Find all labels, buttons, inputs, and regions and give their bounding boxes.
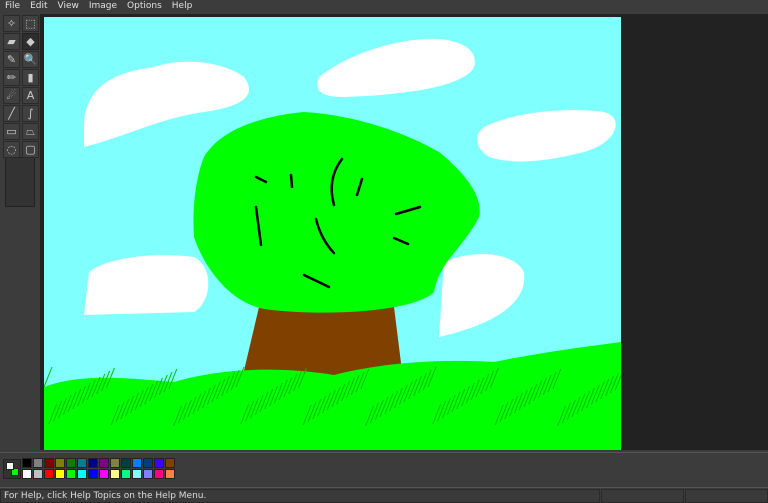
palette-color[interactable] (44, 458, 54, 468)
palette-color[interactable] (121, 458, 131, 468)
fill-bucket-icon: ◆ (26, 35, 35, 48)
palette-color[interactable] (154, 458, 164, 468)
palette-color[interactable] (77, 469, 87, 479)
rectangle-tool[interactable]: ▭ (3, 123, 20, 140)
color-picker-tool[interactable]: ✎ (3, 51, 20, 68)
tool-options-panel[interactable] (5, 157, 35, 207)
status-bar: For Help, click Help Topics on the Help … (0, 487, 768, 503)
palette-color[interactable] (33, 469, 43, 479)
airbrush-icon: ☄ (6, 89, 17, 102)
pencil-tool[interactable]: ✏ (3, 69, 20, 86)
color-box (0, 452, 768, 486)
palette-color[interactable] (22, 458, 32, 468)
status-selection-size (685, 489, 768, 503)
palette-color[interactable] (66, 469, 76, 479)
pencil-icon: ✏ (6, 71, 17, 84)
menu-help[interactable]: Help (167, 0, 198, 14)
palette-color[interactable] (143, 469, 153, 479)
curve-icon: ∫ (27, 107, 34, 120)
canvas-area (40, 14, 768, 450)
palette-color[interactable] (66, 458, 76, 468)
palette-color[interactable] (99, 469, 109, 479)
magnifier-icon: 🔍 (23, 53, 38, 66)
status-cursor-position (601, 489, 684, 503)
palette-color[interactable] (165, 469, 175, 479)
color-picker-icon: ✎ (6, 53, 17, 66)
airbrush-tool[interactable]: ☄ (3, 87, 20, 104)
rounded-rectangle-tool[interactable]: ▢ (22, 141, 39, 158)
palette-color[interactable] (132, 469, 142, 479)
menu-image[interactable]: Image (84, 0, 122, 14)
palette-color[interactable] (55, 469, 65, 479)
text-tool[interactable]: A (22, 87, 39, 104)
palette-color[interactable] (121, 469, 131, 479)
ellipse-tool[interactable]: ◌ (3, 141, 20, 158)
palette-color[interactable] (165, 458, 175, 468)
palette-color[interactable] (55, 458, 65, 468)
menu-bar: File Edit View Image Options Help (0, 0, 768, 14)
palette-color[interactable] (88, 469, 98, 479)
palette-color[interactable] (33, 458, 43, 468)
palette-color[interactable] (132, 458, 142, 468)
palette-color[interactable] (143, 458, 153, 468)
primary-color[interactable] (6, 462, 14, 470)
brush-icon: ▮ (27, 71, 34, 84)
palette-color[interactable] (110, 469, 120, 479)
palette-color[interactable] (44, 469, 54, 479)
palette-color[interactable] (77, 458, 87, 468)
line-icon: ╱ (8, 107, 15, 120)
rounded-rectangle-icon: ▢ (25, 143, 36, 156)
line-tool[interactable]: ╱ (3, 105, 20, 122)
free-form-select-icon: ✧ (6, 17, 17, 30)
polygon-icon: ⏢ (26, 124, 35, 138)
palette-color[interactable] (88, 458, 98, 468)
menu-options[interactable]: Options (122, 0, 167, 14)
text-icon: A (26, 89, 35, 102)
fill-bucket-tool[interactable]: ◆ (22, 33, 39, 50)
magnifier-tool[interactable]: 🔍 (22, 51, 39, 68)
menu-edit[interactable]: Edit (25, 0, 52, 14)
brush-tool[interactable]: ▮ (22, 69, 39, 86)
curve-tool[interactable]: ∫ (22, 105, 39, 122)
status-help-text: For Help, click Help Topics on the Help … (0, 489, 600, 503)
palette-color[interactable] (99, 458, 109, 468)
free-form-select-tool[interactable]: ✧ (3, 15, 20, 32)
ellipse-icon: ◌ (6, 143, 17, 156)
rectangle-select-tool[interactable]: ⬚ (22, 15, 39, 32)
rectangle-icon: ▭ (6, 125, 17, 138)
eraser-tool[interactable]: ▰ (3, 33, 20, 50)
rectangle-select-icon: ⬚ (25, 17, 36, 30)
eraser-icon: ▰ (7, 35, 16, 48)
palette-color[interactable] (110, 458, 120, 468)
polygon-tool[interactable]: ⏢ (22, 123, 39, 140)
toolbox: ✧ ⬚ ▰ ◆ ✎ 🔍 ✏ ▮ ☄ A ╱ ∫ ▭ ⏢ ◌ ▢ (0, 14, 40, 450)
menu-file[interactable]: File (0, 0, 25, 14)
palette-color[interactable] (154, 469, 164, 479)
drawing-canvas[interactable] (44, 17, 621, 450)
menu-view[interactable]: View (53, 0, 84, 14)
palette-color[interactable] (22, 469, 32, 479)
current-colors[interactable] (3, 459, 21, 479)
